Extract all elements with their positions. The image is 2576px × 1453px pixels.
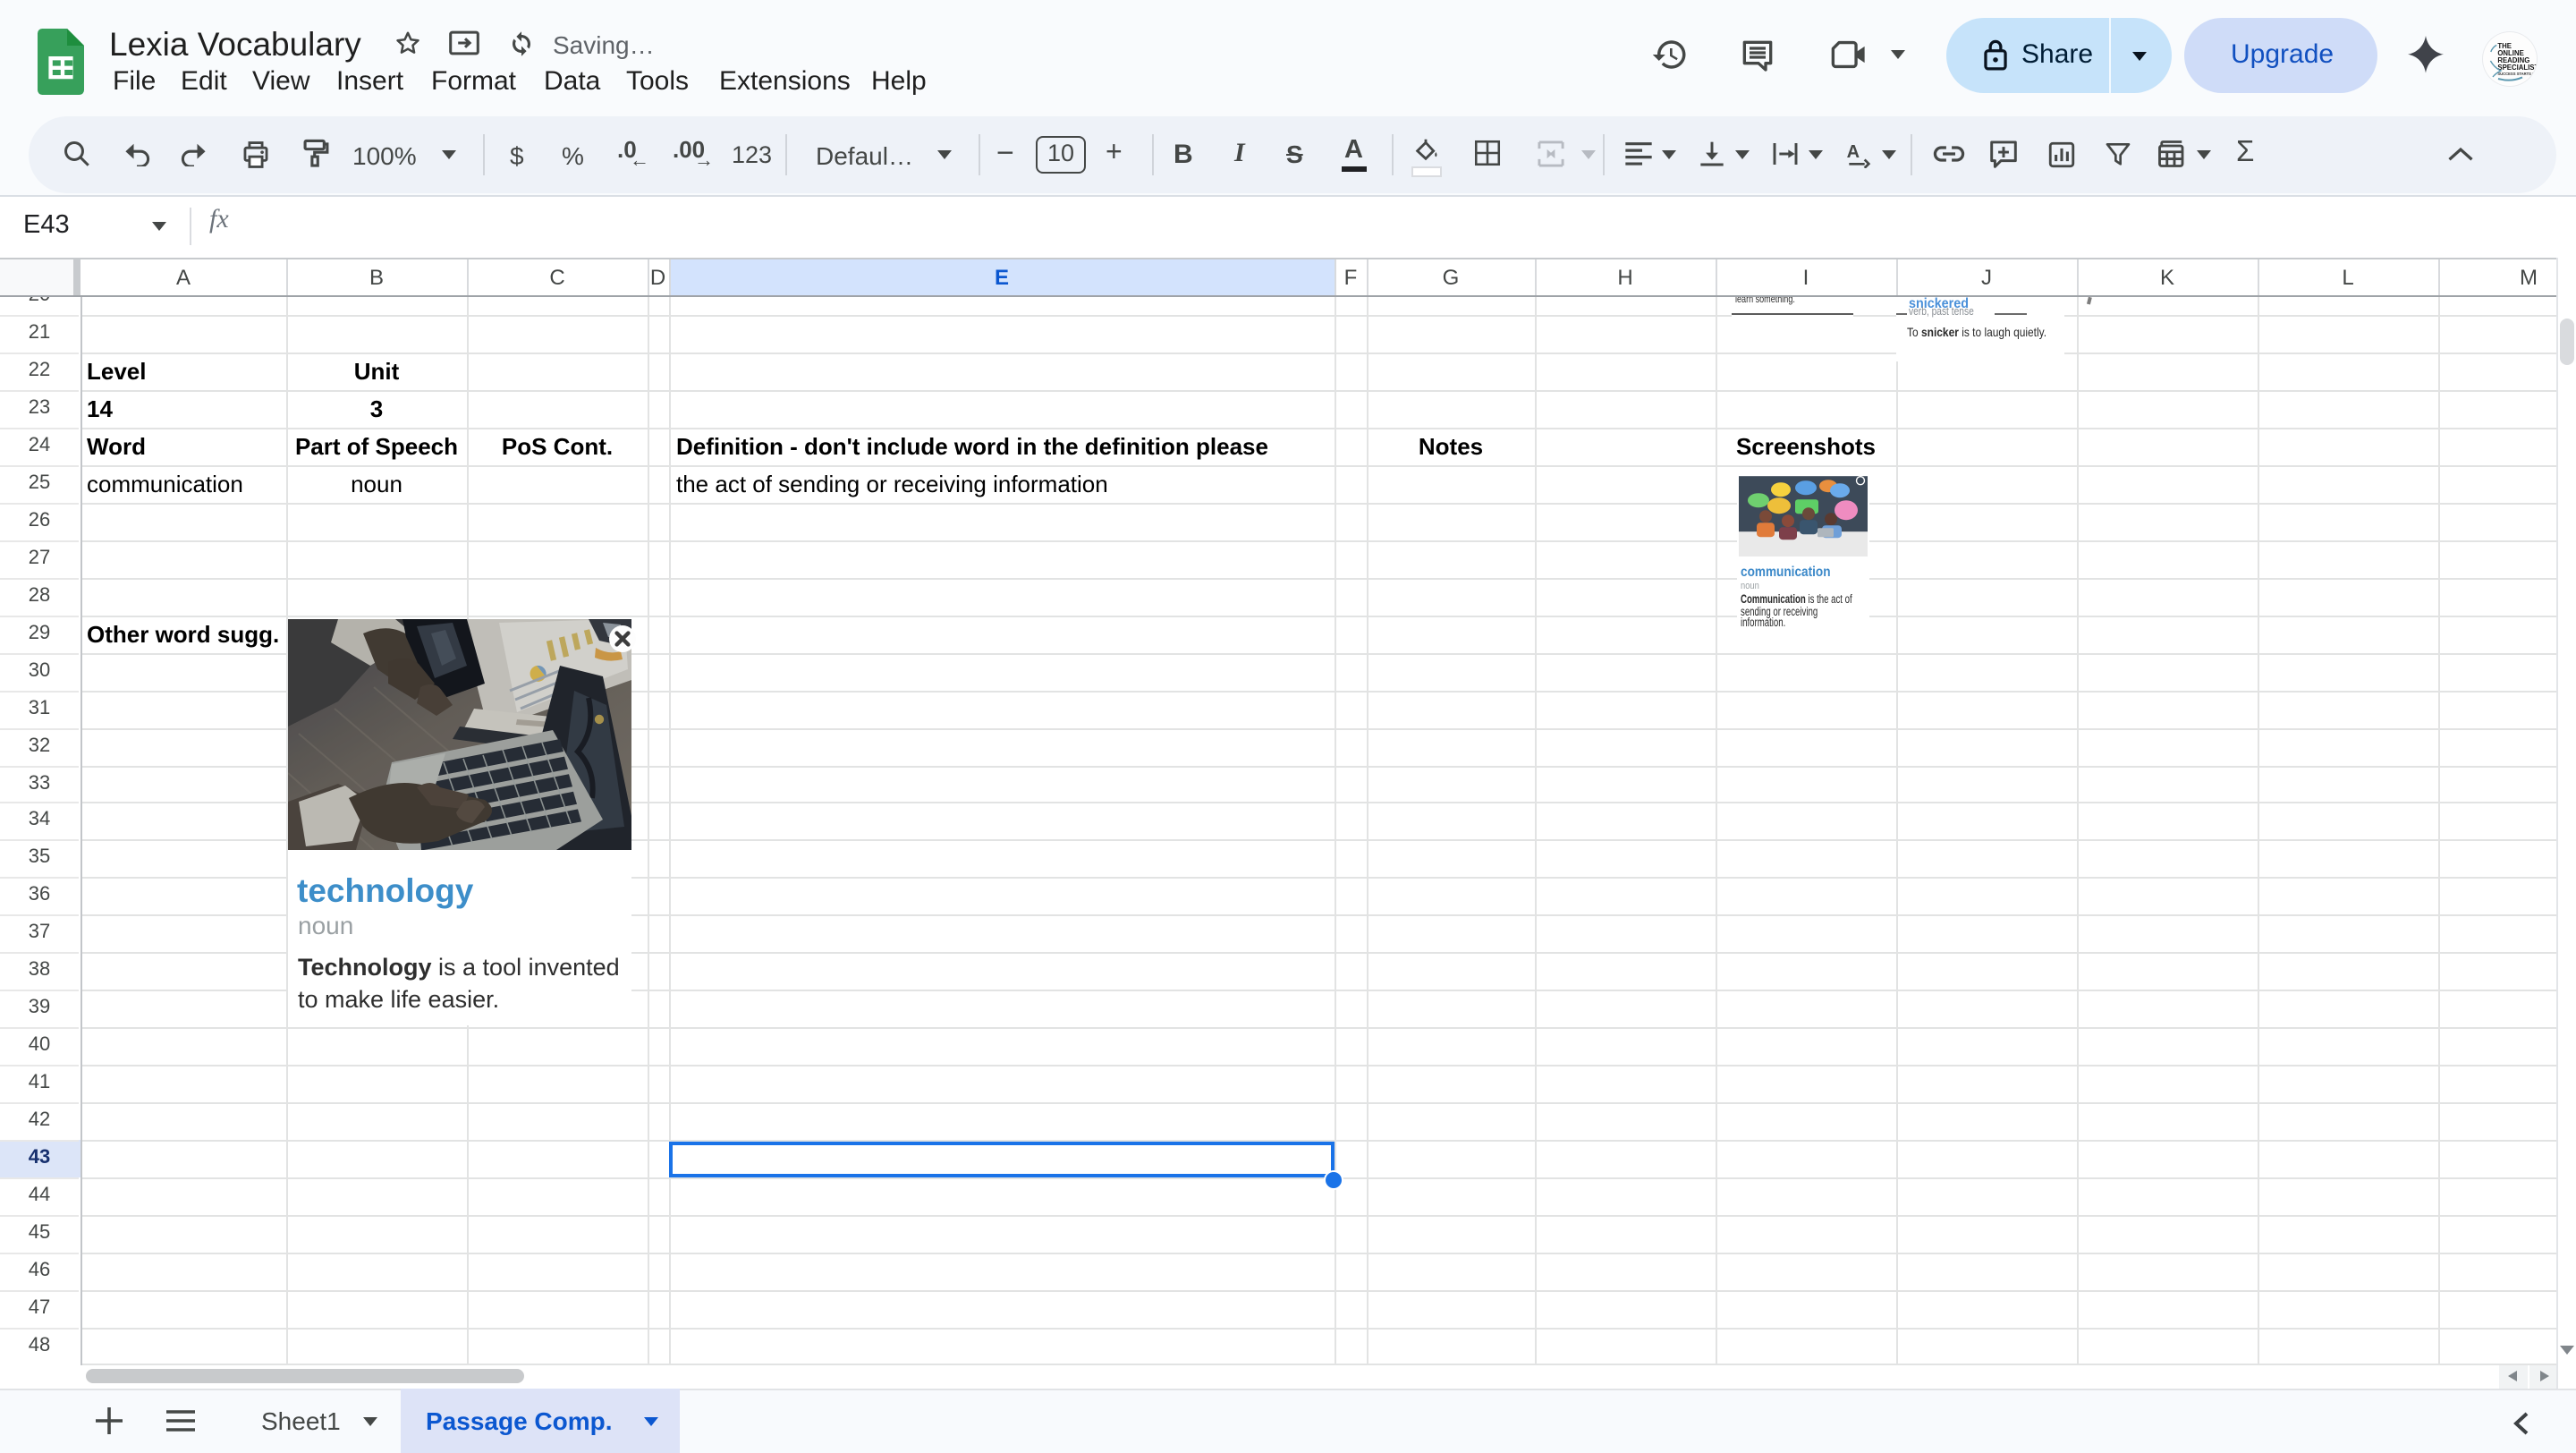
svg-text:A: A	[1847, 142, 1860, 162]
